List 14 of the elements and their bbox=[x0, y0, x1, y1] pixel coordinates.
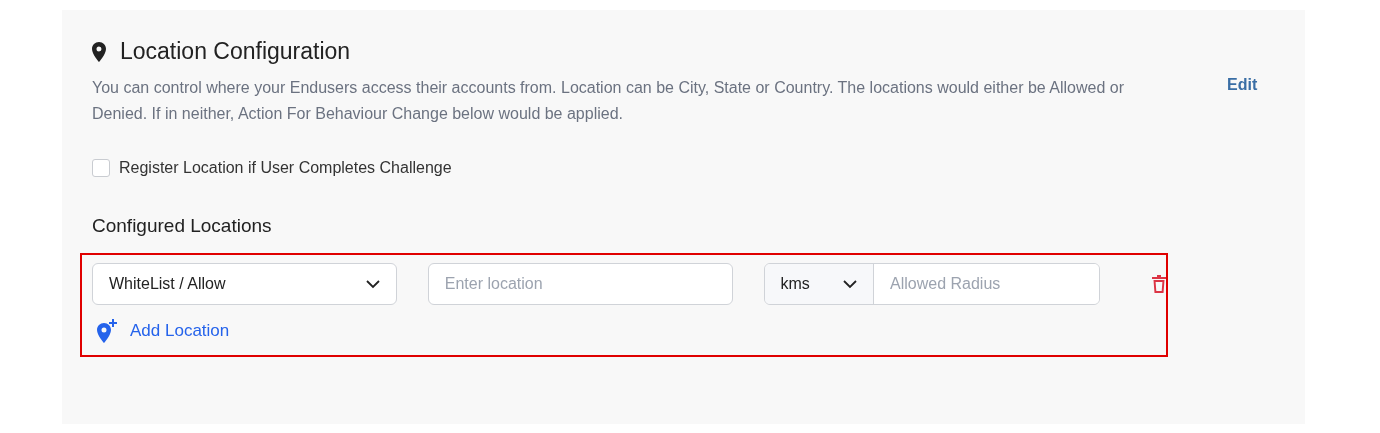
section-title: Location Configuration bbox=[120, 38, 351, 65]
trash-icon bbox=[1152, 275, 1166, 293]
configured-locations-heading: Configured Locations bbox=[92, 215, 273, 237]
map-pin-plus-icon bbox=[94, 319, 118, 343]
register-location-checkbox[interactable] bbox=[92, 159, 110, 177]
list-type-select[interactable]: WhiteList / Allow bbox=[92, 263, 397, 305]
edit-link[interactable]: Edit bbox=[1227, 76, 1258, 96]
map-pin-icon bbox=[92, 41, 106, 62]
checkbox-label: Register Location if User Completes Challenge bbox=[119, 159, 452, 177]
location-input[interactable]: Enter location bbox=[427, 263, 733, 305]
section-description: You can control where your Endusers access their accounts from. Location can be City, State or Country. The locations would either be Allowed or Denied. If in neither, Action For Behaviour Change below would be applied. bbox=[92, 78, 1125, 124]
add-location-button[interactable]: Add Location bbox=[92, 319, 230, 343]
delete-button[interactable] bbox=[1152, 275, 1166, 293]
chevron-down-icon bbox=[365, 279, 380, 289]
